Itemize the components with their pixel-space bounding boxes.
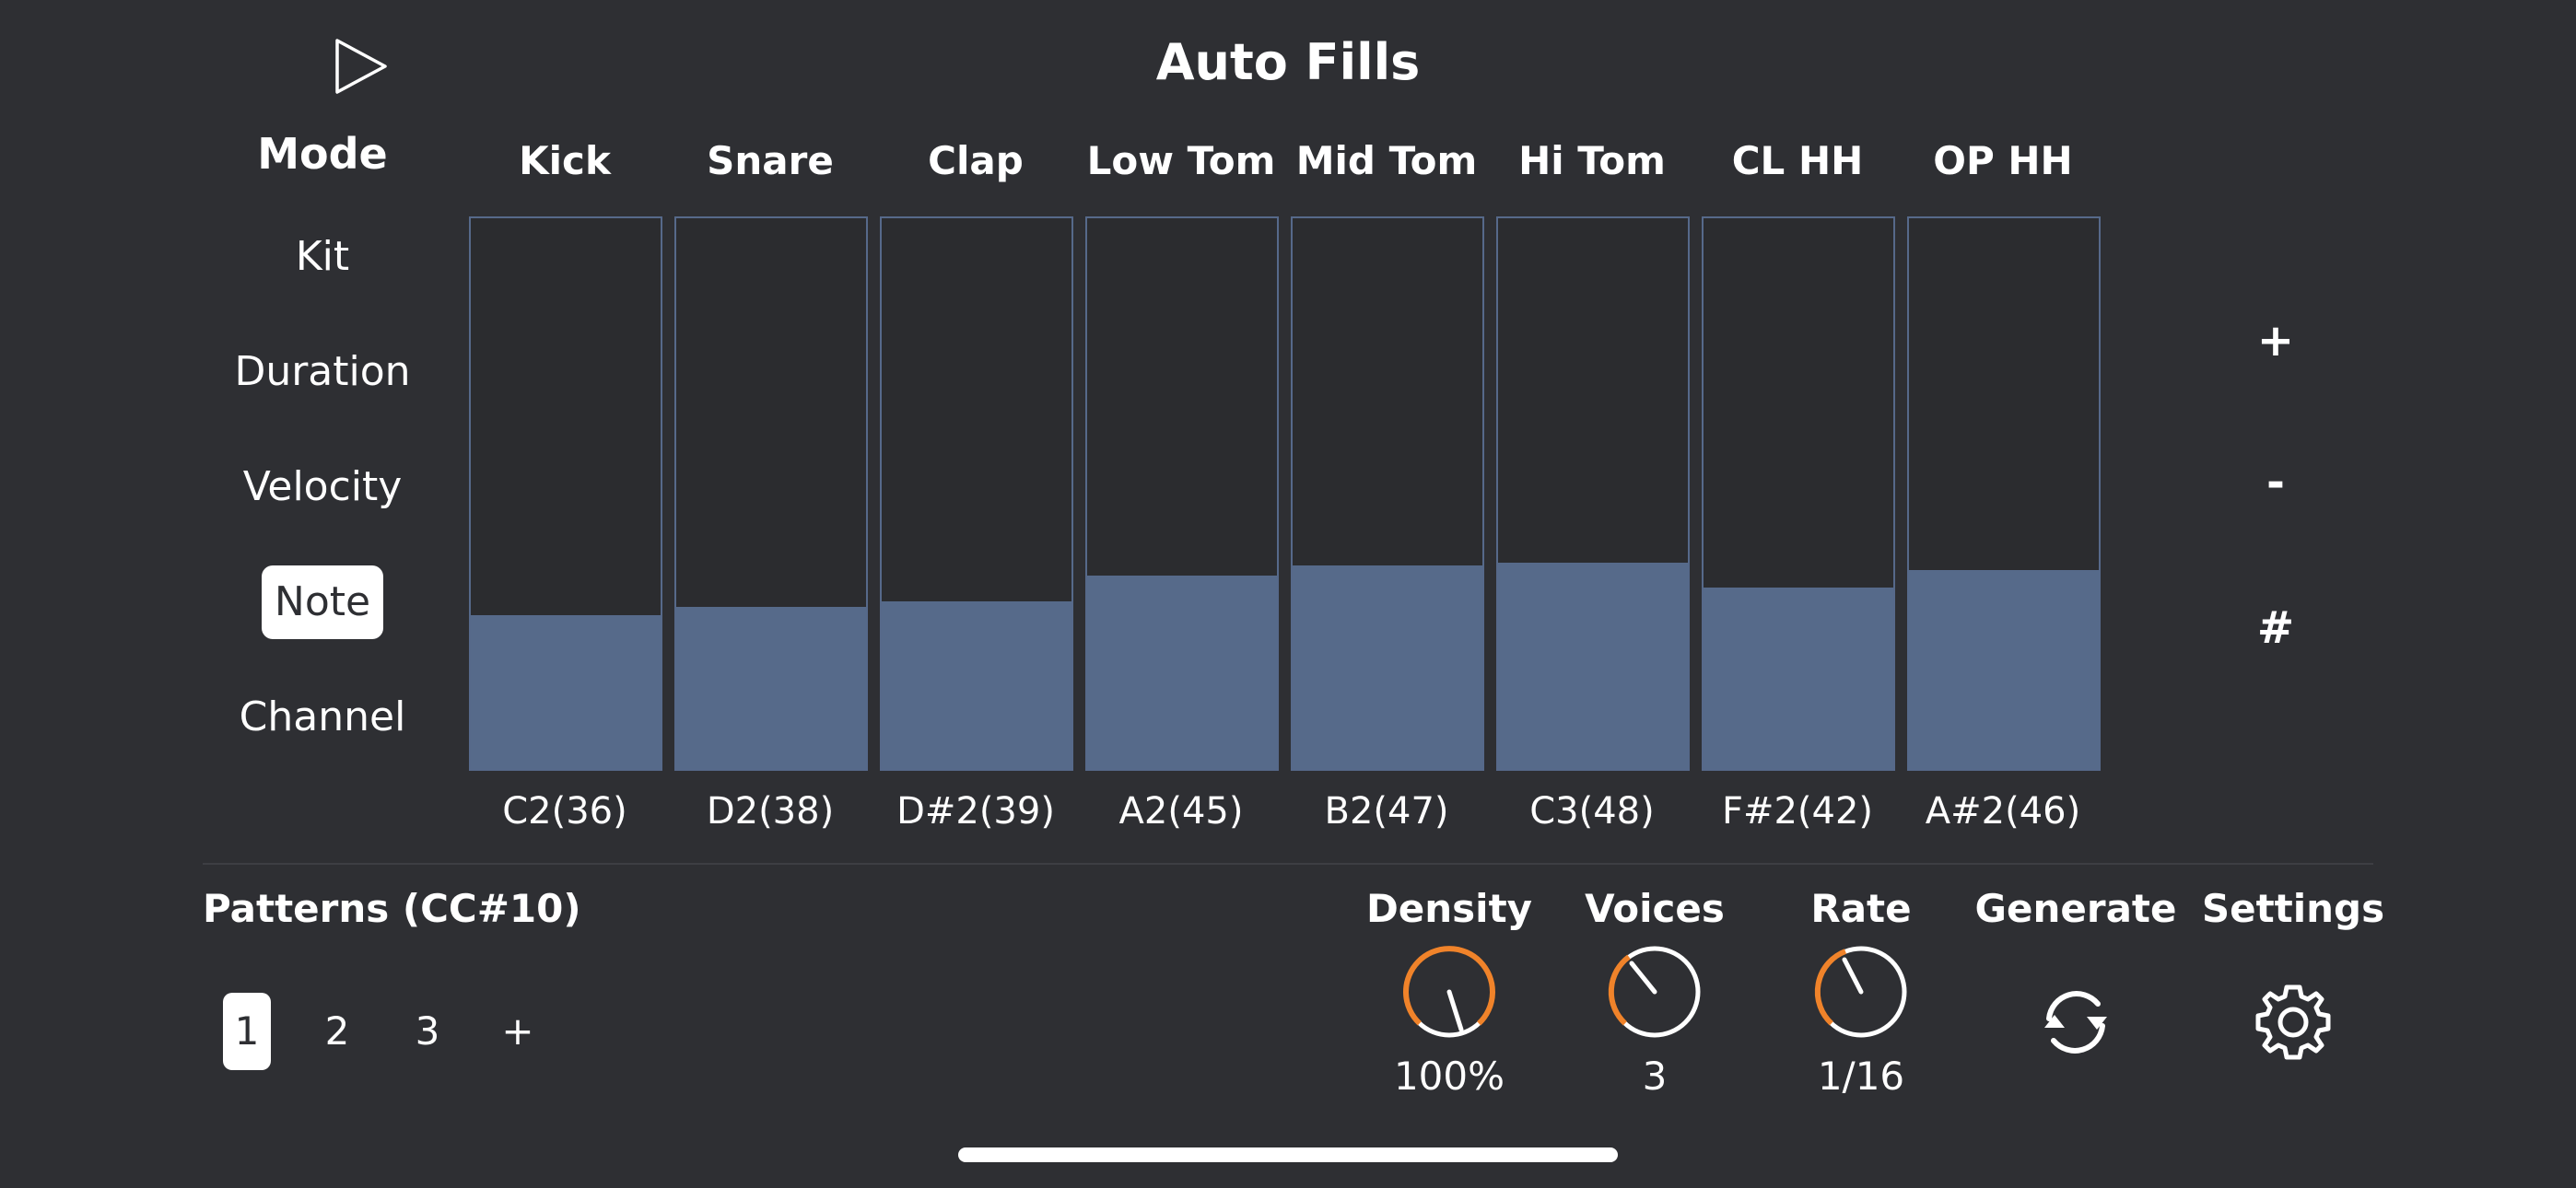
decrement-button[interactable]: -	[2230, 457, 2322, 508]
track-name: Mid Tom	[1295, 138, 1478, 183]
gear-icon	[2255, 984, 2331, 1060]
track-slider-low-tom[interactable]	[1085, 216, 1279, 771]
pattern-button-1[interactable]: 1	[223, 993, 271, 1070]
track-note-label: A2(45)	[1118, 790, 1244, 833]
slider-fill	[471, 614, 661, 769]
pattern-button-3[interactable]: 3	[404, 993, 451, 1070]
rate-knob[interactable]	[1810, 941, 1912, 1042]
track-name: OP HH	[1933, 138, 2073, 183]
track-name: Kick	[519, 138, 611, 183]
slider-fill	[1498, 562, 1688, 769]
play-button[interactable]	[332, 37, 391, 96]
voices-label: Voices	[1585, 886, 1725, 931]
track-note-label: B2(47)	[1324, 790, 1449, 833]
mode-item-channel[interactable]: Channel	[193, 679, 451, 756]
mode-item-label: Velocity	[242, 463, 403, 510]
track-note-label: A#2(46)	[1925, 790, 2081, 833]
settings-button[interactable]	[2247, 976, 2339, 1068]
mode-title: Mode	[257, 129, 388, 179]
track-note-label: D#2(39)	[896, 790, 1055, 833]
generate-label: Generate	[1974, 886, 2177, 931]
slider-fill	[676, 606, 866, 769]
voices-value: 3	[1642, 1054, 1668, 1099]
track-slider-snare[interactable]	[674, 216, 868, 771]
slider-fill	[1704, 587, 1893, 769]
track-name: CL HH	[1731, 138, 1864, 183]
play-icon	[335, 39, 387, 94]
track-note-label: D2(38)	[706, 790, 835, 833]
mode-item-note[interactable]: Note	[193, 564, 451, 641]
patterns-title: Patterns (CC#10)	[203, 886, 581, 931]
track-name: Clap	[928, 138, 1024, 183]
density-value: 100%	[1393, 1054, 1505, 1099]
mode-item-label: Channel	[239, 693, 406, 740]
rate-label: Rate	[1810, 886, 1912, 931]
generate-button[interactable]	[2030, 976, 2122, 1068]
knob-icon	[1814, 946, 1907, 1038]
track-slider-op-hh[interactable]	[1907, 216, 2101, 771]
track-note-label: C3(48)	[1529, 790, 1655, 833]
slider-fill	[882, 600, 1071, 769]
track-slider-hi-tom[interactable]	[1496, 216, 1690, 771]
mode-item-label: Duration	[234, 348, 411, 395]
track-slider-cl-hh[interactable]	[1702, 216, 1895, 771]
increment-button[interactable]: +	[2230, 315, 2322, 367]
track-slider-clap[interactable]	[880, 216, 1073, 771]
mode-item-kit[interactable]: Kit	[193, 218, 451, 296]
track-name: Hi Tom	[1518, 138, 1666, 183]
density-label: Density	[1365, 886, 1533, 931]
settings-label: Settings	[2201, 886, 2385, 931]
knob-icon	[1608, 946, 1701, 1038]
track-note-label: C2(36)	[502, 790, 627, 833]
track-note-label: F#2(42)	[1721, 790, 1874, 833]
refresh-icon	[2044, 991, 2107, 1054]
slider-fill	[1293, 565, 1482, 769]
track-name: Snare	[707, 138, 834, 183]
mode-item-velocity[interactable]: Velocity	[193, 448, 451, 526]
page-title: Auto Fills	[1155, 33, 1421, 91]
mode-item-label: Note	[261, 565, 384, 639]
density-knob[interactable]	[1399, 941, 1500, 1042]
voices-knob[interactable]	[1604, 941, 1705, 1042]
slider-fill	[1087, 575, 1277, 769]
rate-value: 1/16	[1817, 1054, 1905, 1099]
track-slider-kick[interactable]	[469, 216, 662, 771]
knob-icon	[1403, 946, 1495, 1038]
add-pattern-button[interactable]: +	[494, 993, 542, 1070]
track-slider-mid-tom[interactable]	[1291, 216, 1484, 771]
track-name: Low Tom	[1086, 138, 1276, 183]
divider	[203, 863, 2373, 865]
mode-item-label: Kit	[295, 233, 350, 280]
slider-fill	[1909, 569, 2099, 769]
home-indicator	[958, 1147, 1618, 1162]
mode-item-duration[interactable]: Duration	[193, 333, 451, 411]
sharp-button[interactable]: #	[2230, 602, 2322, 654]
pattern-button-2[interactable]: 2	[313, 993, 361, 1070]
